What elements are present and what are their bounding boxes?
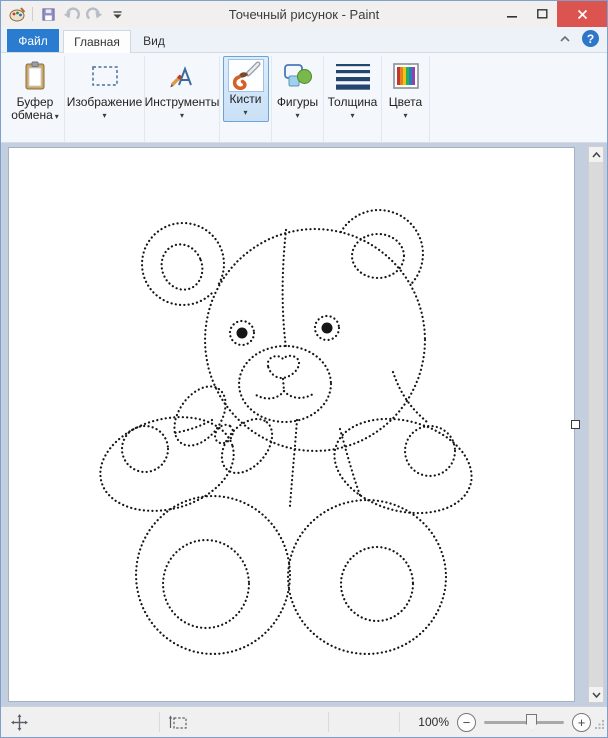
group-label: Кисти <box>230 93 262 106</box>
group-brushes: Кисти ▾ <box>220 56 272 142</box>
cursor-position-icon <box>11 714 28 731</box>
save-icon <box>41 7 56 22</box>
cursor-position-segment <box>11 707 159 737</box>
chevron-up-icon <box>560 36 570 42</box>
close-icon <box>577 9 588 20</box>
brushes-dropdown-button[interactable]: Кисти ▾ <box>223 56 269 122</box>
dropdown-arrow-icon: ▾ <box>55 112 59 121</box>
close-button[interactable] <box>557 1 607 27</box>
maximize-icon <box>537 9 548 19</box>
undo-button[interactable] <box>61 4 81 24</box>
zoom-slider[interactable] <box>484 713 564 732</box>
dropdown-arrow-icon: ▾ <box>403 112 407 120</box>
shapes-dropdown-button[interactable]: Фигуры ▾ <box>272 56 323 120</box>
scroll-up-button[interactable] <box>589 147 603 162</box>
zoom-slider-track[interactable] <box>484 721 564 724</box>
image-dropdown-button[interactable]: Изображение ▾ <box>65 56 144 120</box>
dropdown-arrow-icon: ▾ <box>180 112 184 120</box>
minimize-icon <box>507 10 518 19</box>
redo-button[interactable] <box>84 4 104 24</box>
selection-size-icon <box>168 715 187 730</box>
zoom-out-button[interactable]: − <box>457 713 476 732</box>
qat-customize-button[interactable] <box>107 4 127 24</box>
tabrow-right: ? <box>557 30 607 52</box>
titlebar: Точечный рисунок - Paint <box>1 1 607 27</box>
group-image: Изображение ▾ <box>65 56 145 142</box>
statusbar: 100% − + <box>1 706 607 737</box>
tools-dropdown-button[interactable]: Инструменты ▾ <box>145 56 219 120</box>
dropdown-arrow-icon: ▾ <box>102 112 106 120</box>
teddy-bear-dotted-drawing <box>9 148 574 701</box>
group-label: Цвета <box>389 96 422 109</box>
maximize-button[interactable] <box>527 1 557 27</box>
qat-dropdown-icon <box>112 9 123 20</box>
group-label: Изображение <box>67 96 143 109</box>
shapes-icon <box>283 59 313 93</box>
minimize-button[interactable] <box>497 1 527 27</box>
group-size: Толщина ▾ <box>324 56 382 142</box>
zoom-controls: 100% − + <box>418 713 607 732</box>
save-button[interactable] <box>38 4 58 24</box>
scroll-down-button[interactable] <box>589 687 603 702</box>
dropdown-arrow-icon: ▾ <box>350 112 354 120</box>
canvas-resize-handle[interactable] <box>571 420 580 429</box>
dropdown-arrow-icon: ▾ <box>295 112 299 120</box>
clipboard-icon <box>22 59 48 93</box>
scroll-up-icon <box>592 152 601 158</box>
window-controls <box>497 1 607 27</box>
vertical-scrollbar[interactable] <box>588 146 604 703</box>
selection-size-segment <box>160 707 328 737</box>
statusbar-separator <box>399 712 400 732</box>
size-dropdown-button[interactable]: Толщина ▾ <box>324 56 381 120</box>
ribbon-tab-row: Файл Главная Вид ? <box>1 27 607 53</box>
group-label: Инструменты <box>145 96 220 109</box>
brush-icon <box>228 59 264 92</box>
tab-file[interactable]: Файл <box>7 29 59 52</box>
canvas-area <box>1 143 607 706</box>
thickness-icon <box>335 59 371 93</box>
zoom-level: 100% <box>418 715 449 729</box>
colors-dropdown-button[interactable]: Цвета ▾ <box>382 56 429 120</box>
resize-grip[interactable] <box>594 717 605 735</box>
ribbon: Буфер обмена▾ Изображение ▾ <box>1 53 607 143</box>
group-label-line2: обмена▾ <box>11 109 59 122</box>
tools-icon <box>168 59 196 93</box>
group-label: Толщина <box>328 96 378 109</box>
clipboard-dropdown-button[interactable]: Буфер обмена▾ <box>6 56 64 122</box>
group-clipboard: Буфер обмена▾ <box>6 56 65 142</box>
scrollbar-track[interactable] <box>589 162 603 687</box>
redo-icon <box>86 7 103 22</box>
drawing-canvas[interactable] <box>9 148 574 701</box>
qat-separator <box>32 7 33 21</box>
zoom-slider-thumb[interactable] <box>526 714 537 731</box>
group-colors: Цвета ▾ <box>382 56 430 142</box>
quick-access-toolbar <box>1 4 127 24</box>
palette-icon <box>393 59 419 93</box>
dropdown-arrow-icon: ▾ <box>243 109 247 117</box>
tab-home[interactable]: Главная <box>63 30 131 53</box>
zoom-in-button[interactable]: + <box>572 713 591 732</box>
tab-view[interactable]: Вид <box>131 29 177 52</box>
paint-app-icon <box>7 4 27 24</box>
paint-window: Точечный рисунок - Paint Файл Гл <box>0 0 608 738</box>
group-tools: Инструменты ▾ <box>145 56 220 142</box>
group-shapes: Фигуры ▾ <box>272 56 324 142</box>
select-icon <box>91 59 119 93</box>
help-button[interactable]: ? <box>582 30 599 47</box>
collapse-ribbon-button[interactable] <box>557 32 573 46</box>
scroll-down-icon <box>592 692 601 698</box>
undo-icon <box>63 7 80 22</box>
group-label: Фигуры <box>277 96 318 109</box>
image-size-segment <box>329 707 399 737</box>
